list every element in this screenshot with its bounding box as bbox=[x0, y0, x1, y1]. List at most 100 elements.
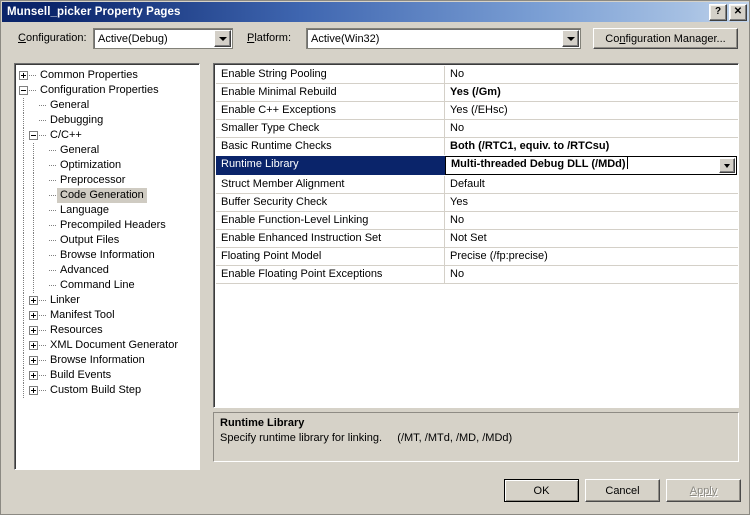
property-row[interactable]: Basic Runtime Checks Both (/RTC1, equiv. … bbox=[216, 138, 738, 156]
property-value[interactable]: No bbox=[445, 212, 738, 229]
tree-connector bbox=[39, 368, 47, 383]
expand-icon[interactable] bbox=[29, 386, 38, 395]
expand-icon[interactable] bbox=[29, 371, 38, 380]
tree-item[interactable]: Configuration Properties bbox=[19, 83, 199, 98]
tree-item[interactable]: C/C++ bbox=[19, 128, 199, 143]
property-row[interactable]: Runtime Library Multi-threaded Debug DLL … bbox=[216, 155, 738, 176]
expand-icon[interactable] bbox=[29, 326, 38, 335]
tree-indent bbox=[19, 233, 29, 248]
configuration-combobox[interactable]: Active(Debug) bbox=[93, 28, 233, 49]
tree-item[interactable]: Browse Information bbox=[19, 248, 199, 263]
property-value[interactable]: Default bbox=[445, 176, 738, 193]
tree-item[interactable]: Browse Information bbox=[19, 353, 199, 368]
tree-indent bbox=[19, 383, 29, 398]
platform-value: Active(Win32) bbox=[311, 32, 380, 45]
tree-item[interactable]: Output Files bbox=[19, 233, 199, 248]
tree-item[interactable]: Resources bbox=[19, 323, 199, 338]
tree-item[interactable]: General bbox=[19, 98, 199, 113]
property-tree[interactable]: Common Properties Configuration Propertie… bbox=[14, 63, 200, 470]
tree-item[interactable]: Preprocessor bbox=[19, 173, 199, 188]
tree-item[interactable]: Command Line bbox=[19, 278, 199, 293]
tree-indent bbox=[19, 368, 29, 383]
expand-icon[interactable] bbox=[29, 341, 38, 350]
property-row[interactable]: Buffer Security Check Yes bbox=[216, 194, 738, 212]
property-value[interactable]: Yes (/EHsc) bbox=[445, 102, 738, 119]
property-value[interactable]: Not Set bbox=[445, 230, 738, 247]
tree-item[interactable]: Manifest Tool bbox=[19, 308, 199, 323]
property-value[interactable]: Multi-threaded Debug DLL (/MDd) bbox=[445, 156, 737, 175]
property-value[interactable]: No bbox=[445, 120, 738, 137]
property-value[interactable]: Both (/RTC1, equiv. to /RTCsu) bbox=[445, 138, 738, 155]
tree-item[interactable]: Build Events bbox=[19, 368, 199, 383]
property-name: Enable Function-Level Linking bbox=[216, 212, 445, 229]
property-value[interactable]: Yes (/Gm) bbox=[445, 84, 738, 101]
tree-item-label: Code Generation bbox=[57, 188, 147, 203]
tree-item[interactable]: XML Document Generator bbox=[19, 338, 199, 353]
tree-item[interactable]: Optimization bbox=[19, 158, 199, 173]
apply-button: Apply bbox=[666, 479, 741, 502]
property-value[interactable]: No bbox=[445, 266, 738, 283]
title-bar[interactable]: Munsell_picker Property Pages ? ✕ bbox=[2, 2, 749, 22]
tree-item[interactable]: General bbox=[19, 143, 199, 158]
expand-icon[interactable] bbox=[29, 296, 38, 305]
tree-item[interactable]: Precompiled Headers bbox=[19, 218, 199, 233]
tree-item-label: Common Properties bbox=[40, 69, 138, 81]
tree-connector bbox=[49, 248, 57, 263]
expand-icon[interactable] bbox=[29, 311, 38, 320]
property-grid[interactable]: Enable String Pooling No Enable Minimal Re… bbox=[213, 63, 739, 408]
chevron-down-icon[interactable] bbox=[719, 158, 735, 173]
property-name: Enable Minimal Rebuild bbox=[216, 84, 445, 101]
help-icon[interactable]: ? bbox=[709, 4, 727, 21]
tree-item[interactable]: Debugging bbox=[19, 113, 199, 128]
chevron-down-icon[interactable] bbox=[562, 30, 579, 47]
platform-combobox[interactable]: Active(Win32) bbox=[306, 28, 581, 49]
property-row[interactable]: Enable Floating Point Exceptions No bbox=[216, 266, 738, 284]
tree-item-label: Advanced bbox=[60, 264, 109, 276]
expand-icon[interactable] bbox=[29, 356, 38, 365]
property-row[interactable]: Enable Enhanced Instruction Set Not Set bbox=[216, 230, 738, 248]
tree-item[interactable]: Advanced bbox=[19, 263, 199, 278]
collapse-icon[interactable] bbox=[29, 131, 38, 140]
property-row[interactable]: Floating Point Model Precise (/fp:precise… bbox=[216, 248, 738, 266]
property-row[interactable]: Enable Function-Level Linking No bbox=[216, 212, 738, 230]
tree-item-label: Linker bbox=[50, 294, 80, 306]
property-value[interactable]: Precise (/fp:precise) bbox=[445, 248, 738, 265]
tree-indent bbox=[19, 143, 29, 158]
tree-item-label: Resources bbox=[50, 324, 103, 336]
tree-item-label: Precompiled Headers bbox=[60, 219, 166, 231]
tree-item-label: Browse Information bbox=[50, 354, 145, 366]
property-pages-dialog: Munsell_picker Property Pages ? ✕ Config… bbox=[0, 0, 750, 515]
ok-button[interactable]: OK bbox=[504, 479, 579, 502]
property-row[interactable]: Enable String Pooling No bbox=[216, 66, 738, 84]
tree-item-label: Output Files bbox=[60, 234, 120, 246]
tree-indent bbox=[19, 203, 29, 218]
property-row[interactable]: Smaller Type Check No bbox=[216, 120, 738, 138]
collapse-icon[interactable] bbox=[19, 86, 28, 95]
tree-indent bbox=[19, 128, 29, 143]
property-name: Struct Member Alignment bbox=[216, 176, 445, 193]
tree-item[interactable]: Custom Build Step bbox=[19, 383, 199, 398]
cancel-button[interactable]: Cancel bbox=[585, 479, 660, 502]
tree-item[interactable]: Common Properties bbox=[19, 68, 199, 83]
property-value[interactable]: Yes bbox=[445, 194, 738, 211]
tree-item[interactable]: Linker bbox=[19, 293, 199, 308]
tree-indent bbox=[29, 173, 39, 188]
expand-icon[interactable] bbox=[19, 71, 28, 80]
tree-connector bbox=[29, 83, 37, 98]
tree-item[interactable]: Code Generation bbox=[19, 188, 199, 203]
tree-indent bbox=[19, 308, 29, 323]
property-row[interactable]: Enable C++ Exceptions Yes (/EHsc) bbox=[216, 102, 738, 120]
property-name: Enable Enhanced Instruction Set bbox=[216, 230, 445, 247]
configuration-manager-button[interactable]: Configuration Manager... bbox=[593, 28, 738, 49]
tree-item-label: Custom Build Step bbox=[50, 384, 142, 396]
property-row[interactable]: Struct Member Alignment Default bbox=[216, 176, 738, 194]
tree-item[interactable]: Language bbox=[19, 203, 199, 218]
property-value[interactable]: No bbox=[445, 66, 738, 83]
property-row[interactable]: Enable Minimal Rebuild Yes (/Gm) bbox=[216, 84, 738, 102]
chevron-down-icon[interactable] bbox=[214, 30, 231, 47]
close-icon[interactable]: ✕ bbox=[729, 4, 747, 21]
